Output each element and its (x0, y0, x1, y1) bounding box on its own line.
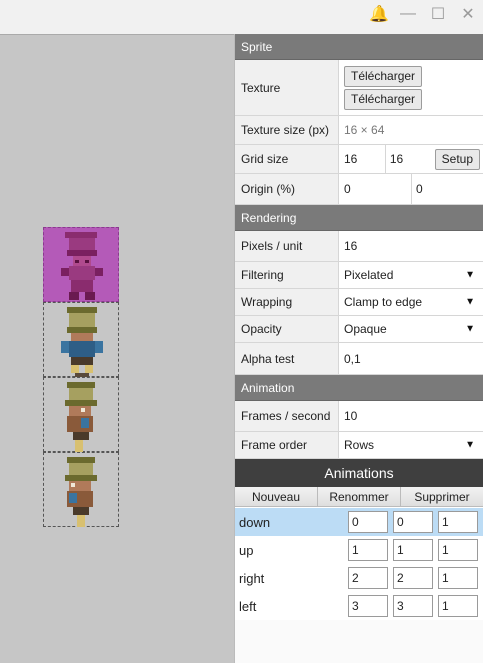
sprite-frame-1[interactable] (43, 302, 119, 377)
grid-height-field[interactable]: 16 (384, 145, 431, 173)
animations-header: Animations (235, 459, 483, 487)
animation-row-up[interactable]: up 1 1 1 (235, 536, 483, 564)
opacity-label: Opacity (235, 316, 339, 342)
animation-name: left (239, 598, 257, 614)
speed-field[interactable]: 1 (438, 595, 478, 617)
pixels-per-unit-field[interactable]: 16 (339, 231, 483, 261)
delete-animation-button[interactable]: Supprimer (401, 487, 483, 506)
alpha-test-field[interactable]: 0,1 (339, 343, 483, 374)
opacity-select[interactable]: Opaque ▼ (339, 316, 483, 342)
window-titlebar: 🔔 — ☐ ✕ (0, 0, 483, 34)
new-animation-button[interactable]: Nouveau (235, 487, 318, 506)
maximize-icon[interactable]: ☐ (426, 2, 450, 26)
fps-row: Frames / second 10 (235, 401, 483, 432)
grid-width-field[interactable]: 16 (339, 145, 385, 173)
frame-order-select[interactable]: Rows ▼ (339, 432, 483, 458)
character-sprite (65, 457, 97, 527)
filtering-select[interactable]: Pixelated ▼ (339, 262, 483, 288)
setup-button[interactable]: Setup (434, 148, 481, 170)
end-frame-field[interactable]: 2 (393, 567, 433, 589)
grid-size-row: Grid size 16 16 Setup (235, 145, 483, 174)
end-frame-field[interactable]: 0 (393, 511, 433, 533)
animations-list: down 0 0 1 up 1 1 1 right 2 2 1 left 3 3… (235, 507, 483, 620)
start-frame-field[interactable]: 1 (348, 539, 388, 561)
section-header-rendering: Rendering (235, 205, 483, 231)
origin-y-field[interactable]: 0 (411, 174, 483, 204)
wrapping-label: Wrapping (235, 289, 339, 315)
pixels-per-unit-row: Pixels / unit 16 (235, 231, 483, 262)
wrapping-value: Clamp to edge (344, 295, 423, 309)
dropdown-arrow-icon: ▼ (465, 439, 475, 451)
origin-label: Origin (%) (235, 174, 339, 204)
texture-size-value: 16 × 64 (344, 123, 385, 137)
filtering-label: Filtering (235, 262, 339, 288)
animation-name: down (239, 514, 271, 530)
upload-texture-button-2[interactable]: Télécharger (344, 88, 423, 110)
dropdown-arrow-icon: ▼ (465, 323, 475, 335)
speed-field[interactable]: 1 (438, 567, 478, 589)
character-sprite (61, 232, 103, 300)
texture-row: Texture Télécharger Télécharger (235, 60, 483, 116)
dropdown-arrow-icon: ▼ (465, 296, 475, 308)
animation-row-right[interactable]: right 2 2 1 (235, 564, 483, 592)
start-frame-field[interactable]: 2 (348, 567, 388, 589)
upload-texture-button[interactable]: Télécharger (344, 65, 423, 87)
dropdown-arrow-icon: ▼ (465, 269, 475, 281)
frame-order-label: Frame order (235, 432, 339, 458)
pixels-per-unit-label: Pixels / unit (235, 231, 339, 261)
alpha-test-label: Alpha test (235, 343, 339, 374)
character-sprite (65, 382, 97, 452)
texture-label: Texture (235, 60, 339, 115)
end-frame-field[interactable]: 3 (393, 595, 433, 617)
origin-row: Origin (%) 0 0 (235, 174, 483, 205)
animation-name: up (239, 542, 254, 558)
speed-field[interactable]: 1 (438, 539, 478, 561)
rename-animation-button[interactable]: Renommer (318, 487, 401, 506)
filtering-row: Filtering Pixelated ▼ (235, 262, 483, 289)
sprite-frame-2[interactable] (43, 377, 119, 452)
start-frame-field[interactable]: 0 (348, 511, 388, 533)
speed-field[interactable]: 1 (438, 511, 478, 533)
opacity-value: Opaque (344, 322, 387, 336)
animation-name: right (239, 570, 265, 586)
wrapping-select[interactable]: Clamp to edge ▼ (339, 289, 483, 315)
section-header-sprite: Sprite (235, 34, 483, 60)
fps-label: Frames / second (235, 401, 339, 431)
alpha-test-row: Alpha test 0,1 (235, 343, 483, 375)
origin-x-field[interactable]: 0 (339, 174, 411, 204)
frame-order-row: Frame order Rows ▼ (235, 432, 483, 459)
section-header-animation: Animation (235, 375, 483, 401)
texture-size-row: Texture size (px) 16 × 64 (235, 116, 483, 145)
grid-size-label: Grid size (235, 145, 339, 173)
wrapping-row: Wrapping Clamp to edge ▼ (235, 289, 483, 316)
opacity-row: Opacity Opaque ▼ (235, 316, 483, 343)
animations-toolbar: Nouveau Renommer Supprimer (235, 487, 483, 507)
sprite-frame-0[interactable] (43, 227, 119, 302)
sprite-sheet (43, 227, 119, 527)
properties-panel: Sprite Texture Télécharger Télécharger T… (234, 34, 483, 663)
filtering-value: Pixelated (344, 268, 394, 282)
fps-field[interactable]: 10 (339, 401, 483, 431)
close-icon[interactable]: ✕ (456, 2, 480, 26)
end-frame-field[interactable]: 1 (393, 539, 433, 561)
animation-row-down[interactable]: down 0 0 1 (235, 508, 483, 536)
character-sprite (61, 307, 103, 377)
sprite-frame-3[interactable] (43, 452, 119, 527)
minimize-icon[interactable]: — (396, 2, 420, 26)
frame-order-value: Rows (344, 438, 375, 452)
texture-size-label: Texture size (px) (235, 116, 339, 144)
start-frame-field[interactable]: 3 (348, 595, 388, 617)
sprite-viewport[interactable] (0, 34, 234, 663)
animation-row-left[interactable]: left 3 3 1 (235, 592, 483, 620)
bell-icon[interactable]: 🔔 (367, 2, 391, 26)
